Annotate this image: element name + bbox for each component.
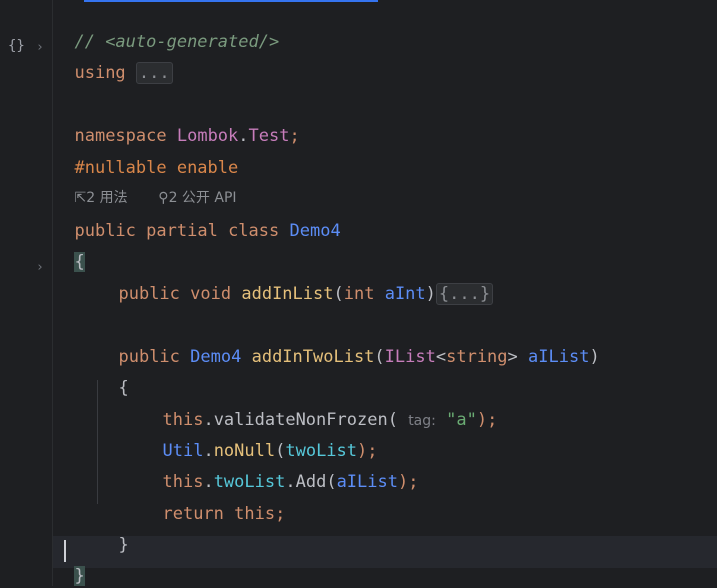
string-literal: "a" [446, 410, 477, 430]
punct: ; [289, 126, 300, 146]
editor-gutter [0, 0, 52, 586]
braces-icon: {} [8, 38, 25, 54]
code-line-8[interactable]: { [54, 226, 85, 272]
text-caret [64, 540, 66, 562]
punct: ; [275, 504, 286, 524]
code-line-4[interactable]: namespace Lombok.Test; [54, 100, 299, 146]
punct: ( [374, 347, 385, 367]
tab-accent-bar [84, 0, 378, 2]
parameter: aInt [384, 284, 426, 304]
keyword: this [234, 504, 276, 524]
code-line-17[interactable]: } [98, 509, 128, 555]
brace: { [74, 252, 85, 272]
fold-chevron-icon[interactable]: › [36, 40, 44, 55]
code-line-5[interactable]: #nullable enable [54, 132, 238, 178]
code-line-16[interactable]: return this; [142, 478, 285, 524]
punct: ); [397, 472, 419, 492]
parameter: aIList [528, 347, 590, 367]
parameter-inlay-hint: tag: [408, 413, 436, 429]
code-line-9[interactable]: public void addInList(int aInt) {...} [98, 258, 494, 305]
keyword: string [446, 347, 508, 367]
code-line-13[interactable]: this.validateNonFrozen( tag: "a"); [142, 384, 497, 430]
keyword: int [343, 284, 375, 304]
brace: } [118, 535, 129, 555]
type-name: Demo4 [289, 221, 341, 241]
namespace: Test [248, 126, 290, 146]
method-name: addInList [241, 284, 334, 304]
punct: < [435, 347, 447, 367]
punct: . [238, 126, 249, 146]
brace: { [118, 378, 129, 398]
keyword: public [118, 284, 180, 304]
punct: ); [476, 410, 498, 430]
code-line-18[interactable]: } [54, 540, 85, 586]
code-line-1[interactable]: // <auto-generated/> [54, 6, 279, 52]
folded-region[interactable]: {...} [435, 283, 494, 305]
method-name: addInTwoList [251, 347, 375, 367]
brace: } [74, 566, 85, 586]
current-line-highlight [53, 536, 717, 568]
punct: ( [326, 472, 337, 492]
punct: ) [425, 284, 436, 304]
keyword: void [190, 284, 232, 304]
code-line-11[interactable]: public Demo4 addInTwoList(IList<string> … [98, 321, 599, 367]
folded-region[interactable]: ... [135, 62, 173, 84]
keyword: using [74, 63, 126, 83]
punct: ) [589, 347, 600, 367]
code-line-12[interactable]: { [98, 352, 128, 398]
punct: ( [333, 284, 344, 304]
keyword: partial [146, 221, 218, 241]
keyword: class [228, 221, 280, 241]
fold-chevron-icon[interactable]: › [36, 260, 44, 275]
punct: ( [387, 410, 398, 430]
code-line-7[interactable]: public partial class Demo4 [54, 195, 340, 241]
punct: . [285, 472, 296, 492]
parameter: aIList [336, 472, 398, 492]
code-line-14[interactable]: Util.noNull(twoList); [142, 415, 377, 461]
type-name: Demo4 [190, 347, 242, 367]
interface-name: IList [384, 347, 436, 367]
code-line-2[interactable]: using ... [54, 37, 173, 84]
code-line-15[interactable]: this.twoList.Add(aIList); [142, 446, 418, 492]
keyword: return [162, 504, 224, 524]
method-name: Add [295, 472, 327, 492]
punct: > [507, 347, 518, 367]
code-vision-hints: ⇱2 用法 ⚲2 公开 API [54, 164, 236, 206]
